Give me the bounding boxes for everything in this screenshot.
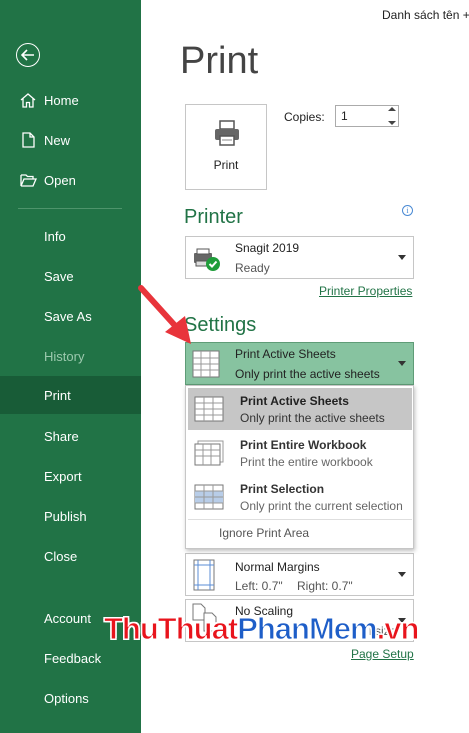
sidebar-item-label: Feedback <box>44 650 102 666</box>
sidebar-divider <box>18 208 122 209</box>
menu-item-title: Print Active Sheets <box>240 394 349 408</box>
sidebar-item-info[interactable]: Info <box>0 217 141 255</box>
sidebar-item-label: New <box>44 132 71 148</box>
back-button[interactable] <box>16 43 40 67</box>
workbook-icon <box>194 440 224 466</box>
printer-properties-link[interactable]: Printer Properties <box>319 284 412 298</box>
active-sheets-icon <box>194 396 224 422</box>
sidebar-item-history: History <box>0 337 141 375</box>
info-icon[interactable]: i <box>402 205 413 216</box>
print-what-dropdown[interactable]: Print Active Sheets Only print the activ… <box>185 342 414 385</box>
sidebar-item-open[interactable]: Open <box>0 161 141 199</box>
copies-spinner[interactable] <box>385 106 398 126</box>
watermark-part-1: ThuThuat <box>103 611 238 647</box>
menu-item-print-selection[interactable]: Print Selection Only print the current s… <box>188 476 412 518</box>
print-button-label: Print <box>213 158 239 172</box>
sidebar-item-label: Save <box>44 268 74 284</box>
printer-section-title: Printer <box>184 206 243 228</box>
menu-divider <box>188 519 412 520</box>
document-title: Danh sách tên + <box>382 8 469 22</box>
print-button[interactable]: Print <box>185 104 267 190</box>
sidebar-item-publish[interactable]: Publish <box>0 497 141 535</box>
spin-up-icon[interactable] <box>387 106 396 112</box>
selection-icon <box>194 484 224 510</box>
page-setup-link[interactable]: Page Setup <box>351 647 414 661</box>
watermark-logo: ThuThuatPhanMem.vn <box>103 611 420 647</box>
margins-title: Normal Margins <box>235 560 320 574</box>
chevron-down-icon <box>398 255 406 260</box>
sidebar-item-label: Publish <box>44 508 87 524</box>
sidebar-item-label: Close <box>44 548 78 564</box>
sidebar-item-save[interactable]: Save <box>0 257 141 295</box>
chevron-down-icon <box>398 572 406 577</box>
sidebar-item-label: History <box>44 348 85 364</box>
menu-item-print-active-sheets[interactable]: Print Active Sheets Only print the activ… <box>188 388 412 430</box>
menu-item-desc: Only print the current selection <box>240 499 403 513</box>
sidebar-item-close[interactable]: Close <box>0 537 141 575</box>
open-folder-icon <box>18 173 38 187</box>
sidebar-item-new[interactable]: New <box>0 121 141 159</box>
watermark-part-3: .vn <box>376 611 420 647</box>
printer-status: Ready <box>235 261 270 275</box>
print-what-title: Print Active Sheets <box>235 347 336 361</box>
sidebar-item-save-as[interactable]: Save As <box>0 297 141 335</box>
printer-ready-icon <box>194 248 220 271</box>
menu-item-title: Print Selection <box>240 482 325 496</box>
sidebar-item-label: Open <box>44 172 76 188</box>
sidebar-item-label: Save As <box>44 308 92 324</box>
back-arrow-icon <box>21 49 34 61</box>
sidebar-item-label: Account <box>44 610 91 626</box>
sidebar-item-home[interactable]: Home <box>0 81 141 119</box>
margins-left: Left: 0.7" <box>235 579 283 593</box>
sidebar-item-label: Info <box>44 228 66 244</box>
sidebar-item-print[interactable]: Print <box>0 376 141 414</box>
page-title: Print <box>180 40 259 82</box>
sidebar-item-share[interactable]: Share <box>0 417 141 455</box>
spin-down-icon[interactable] <box>387 120 396 126</box>
menu-item-print-entire-workbook[interactable]: Print Entire Workbook Print the entire w… <box>188 432 412 474</box>
print-what-menu: Print Active Sheets Only print the activ… <box>185 385 414 549</box>
print-what-desc: Only print the active sheets <box>235 367 380 381</box>
margins-right: Right: 0.7" <box>297 579 353 593</box>
menu-item-desc: Print the entire workbook <box>240 455 373 469</box>
sidebar-item-label: Print <box>44 387 71 403</box>
home-icon <box>18 92 38 108</box>
sidebar-item-label: Options <box>44 690 89 706</box>
printer-dropdown[interactable]: Snagit 2019 Ready <box>185 236 414 279</box>
printer-icon <box>215 120 239 146</box>
margins-dropdown[interactable]: Normal Margins Left: 0.7" Right: 0.7" <box>185 553 414 596</box>
sidebar-item-options[interactable]: Options <box>0 679 141 717</box>
menu-item-desc: Only print the active sheets <box>240 411 385 425</box>
sidebar-item-label: Export <box>44 468 82 484</box>
active-sheets-icon <box>192 350 220 378</box>
printer-name: Snagit 2019 <box>235 241 300 255</box>
margins-icon <box>193 559 215 591</box>
chevron-down-icon <box>398 361 406 366</box>
sidebar-item-export[interactable]: Export <box>0 457 141 495</box>
ignore-print-area-option[interactable]: Ignore Print Area <box>219 526 309 540</box>
annotation-arrow-icon <box>138 285 191 344</box>
watermark-part-2: PhanMem <box>237 611 378 647</box>
sidebar-item-label: Home <box>44 92 79 108</box>
new-document-icon <box>18 132 38 148</box>
copies-label: Copies: <box>284 110 325 124</box>
sidebar-item-label: Share <box>44 428 79 444</box>
menu-item-title: Print Entire Workbook <box>240 438 367 452</box>
